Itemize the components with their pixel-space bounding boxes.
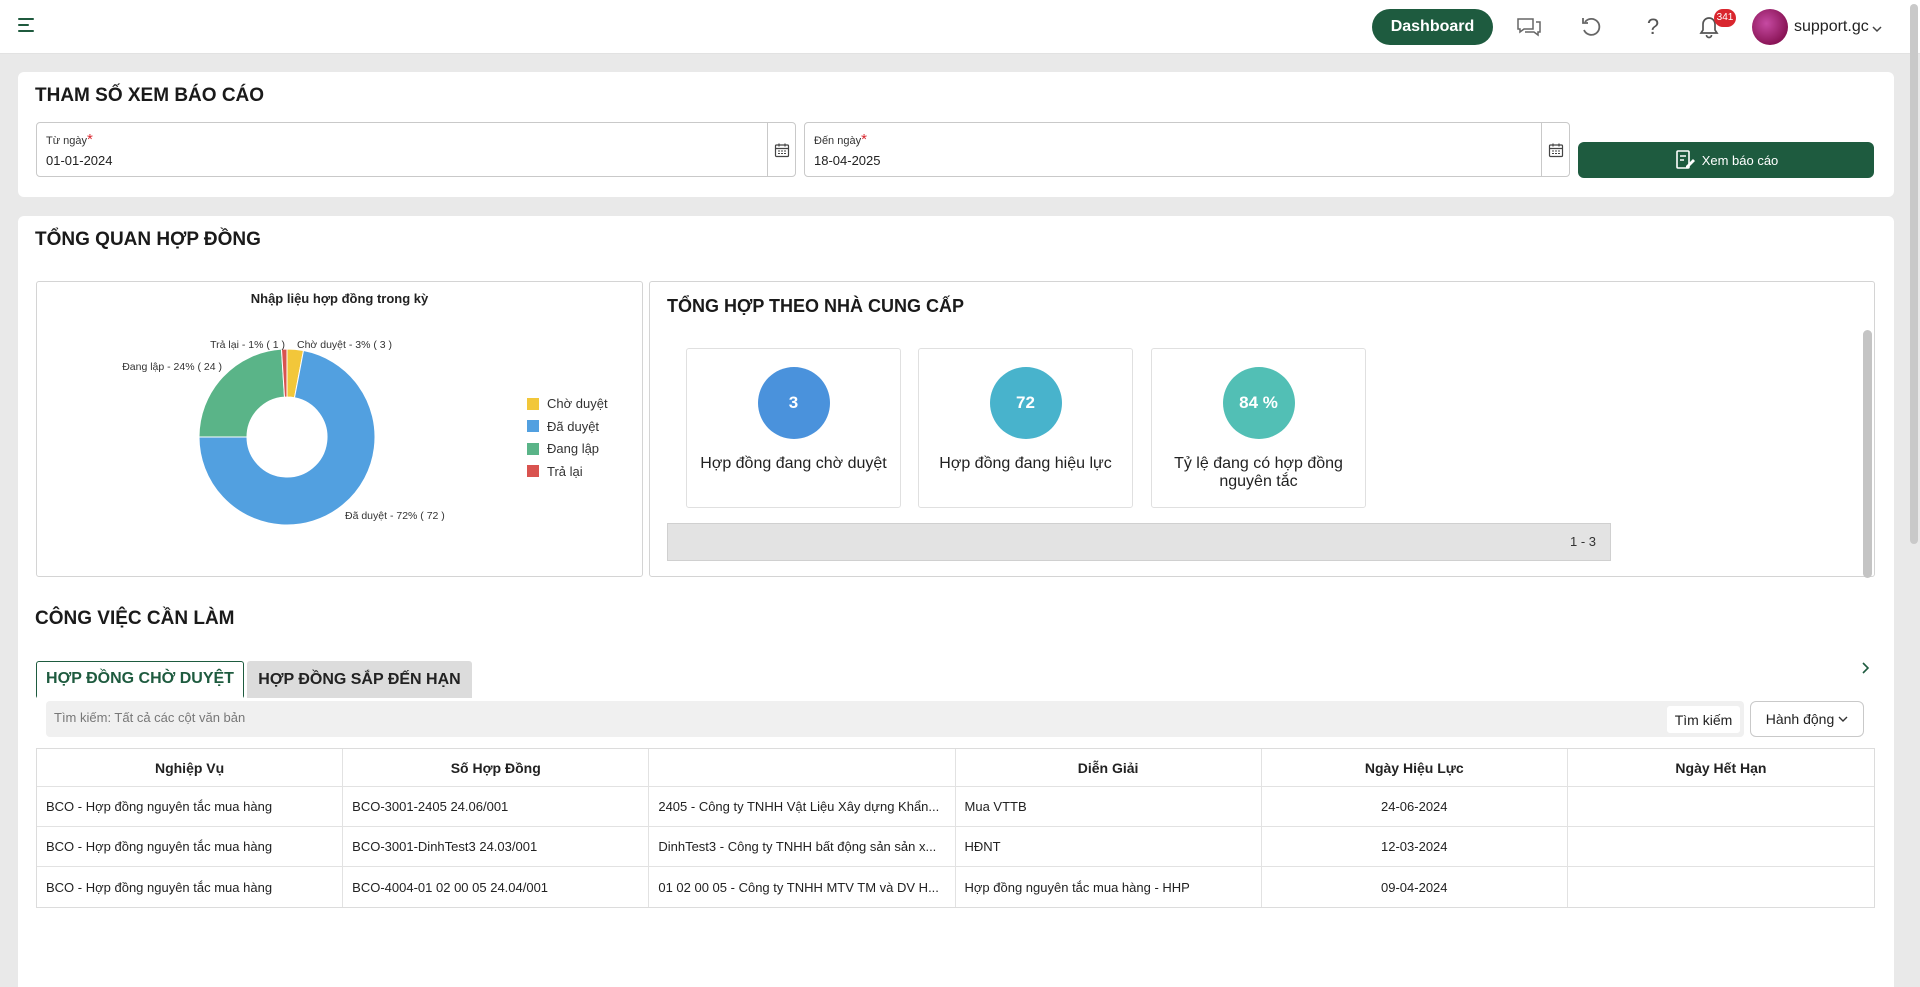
table-header: Nghiệp Vụ Số Hợp Đồng Diễn Giải Ngày Hiệ… bbox=[37, 749, 1874, 787]
column-header[interactable]: Ngày Hiệu Lực bbox=[1262, 749, 1568, 786]
chevron-down-icon[interactable] bbox=[1872, 20, 1882, 38]
table-cell: BCO - Hợp đồng nguyên tắc mua hàng bbox=[37, 787, 344, 826]
report-icon bbox=[1675, 150, 1695, 169]
table-cell: BCO-4004-01 02 00 05 24.04/001 bbox=[343, 867, 650, 907]
legend-label: Chờ duyệt bbox=[547, 396, 608, 411]
column-header[interactable] bbox=[649, 749, 956, 786]
table-row[interactable]: BCO - Hợp đồng nguyên tắc mua hàng BCO-4… bbox=[37, 867, 1874, 907]
summary-pager: 1 - 3 bbox=[667, 523, 1611, 561]
stat-card-ratio[interactable]: 84 % Tỷ lệ đang có hợp đồng nguyên tắc bbox=[1151, 348, 1366, 508]
legend-swatch bbox=[527, 397, 539, 410]
action-label: Hành động bbox=[1765, 711, 1835, 727]
from-date-field[interactable]: Từ ngày* bbox=[36, 122, 796, 177]
table-cell: 09-04-2024 bbox=[1262, 867, 1568, 907]
chevron-right-icon[interactable] bbox=[1860, 661, 1870, 680]
chat-icon[interactable] bbox=[1515, 13, 1543, 41]
stat-ratio-label: Tỷ lệ đang có hợp đồng nguyên tắc bbox=[1174, 455, 1343, 490]
supplier-summary-panel: TỔNG HỢP THEO NHÀ CUNG CẤP 3 Hợp đồng đa… bbox=[649, 281, 1875, 578]
stat-active-value: 72 bbox=[989, 367, 1062, 439]
table-cell: BCO-3001-DinhTest3 24.03/001 bbox=[343, 827, 650, 866]
help-icon[interactable]: ? bbox=[1639, 13, 1667, 41]
table-cell bbox=[1568, 827, 1874, 866]
to-date-field[interactable]: Đến ngày* bbox=[804, 122, 1570, 177]
stat-ratio-value: 84 % bbox=[1222, 367, 1295, 439]
table-cell: BCO - Hợp đồng nguyên tắc mua hàng bbox=[37, 867, 344, 907]
legend-swatch bbox=[527, 420, 539, 432]
legend-label: Đã duyệt bbox=[547, 418, 600, 434]
tab-pending-contracts[interactable]: HỢP ĐỒNG CHỜ DUYỆT bbox=[36, 661, 244, 698]
table-row[interactable]: BCO - Hợp đồng nguyên tắc mua hàng BCO-3… bbox=[37, 787, 1874, 827]
table-cell: BCO-3001-2405 24.06/001 bbox=[343, 787, 650, 826]
legend-item[interactable]: Chờ duyệt bbox=[527, 396, 608, 411]
table-cell bbox=[1568, 787, 1874, 826]
refresh-icon[interactable] bbox=[1577, 13, 1605, 41]
pie-data-label: Chờ duyệt - 3% ( 3 ) bbox=[297, 339, 392, 351]
legend-item[interactable]: Đã duyệt bbox=[527, 419, 599, 434]
column-header[interactable]: Số Hợp Đồng bbox=[343, 749, 650, 786]
params-title: THAM SỐ XEM BÁO CÁO bbox=[35, 85, 265, 106]
legend-swatch bbox=[527, 442, 539, 455]
search-button[interactable]: Tìm kiếm bbox=[1667, 706, 1740, 733]
table-cell: Mua VTTB bbox=[956, 787, 1262, 826]
avatar[interactable] bbox=[1752, 9, 1788, 45]
stat-pending-value: 3 bbox=[757, 367, 830, 439]
stat-card-active[interactable]: 72 Hợp đồng đang hiệu lực bbox=[918, 348, 1133, 508]
notification-badge: 341 bbox=[1714, 9, 1736, 27]
legend-item[interactable]: Đang lập bbox=[527, 441, 599, 456]
view-report-label: Xem báo cáo bbox=[1701, 152, 1779, 168]
table-cell: 2405 - Công ty TNHH Vật Liệu Xây dựng Kh… bbox=[649, 787, 956, 826]
pie-chart-panel: Nhập liệu hợp đồng trong kỳ Chờ duyệt - … bbox=[36, 281, 643, 577]
legend-item[interactable]: Trả lại bbox=[527, 464, 583, 479]
summary-scrollbar[interactable] bbox=[1863, 330, 1872, 578]
contracts-table: Nghiệp Vụ Số Hợp Đồng Diễn Giải Ngày Hiệ… bbox=[36, 748, 1875, 908]
table-row[interactable]: BCO - Hợp đồng nguyên tắc mua hàng BCO-3… bbox=[37, 827, 1874, 867]
stat-card-pending[interactable]: 3 Hợp đồng đang chờ duyệt bbox=[686, 348, 901, 508]
supplier-summary-title: TỔNG HỢP THEO NHÀ CUNG CẤP bbox=[667, 296, 965, 316]
from-date-label: Từ ngày* bbox=[46, 131, 93, 148]
table-cell: DinhTest3 - Công ty TNHH bất động sản sả… bbox=[649, 827, 956, 866]
table-cell: 24-06-2024 bbox=[1262, 787, 1568, 826]
table-cell: HĐNT bbox=[956, 827, 1262, 866]
pie-data-label: Đang lập - 24% ( 24 ) bbox=[122, 361, 222, 373]
stat-active-label: Hợp đồng đang hiệu lực bbox=[939, 455, 1112, 472]
top-bar: Dashboard ? 341 support.gc bbox=[0, 0, 1920, 54]
overview-title: TỔNG QUAN HỢP ĐỒNG bbox=[35, 229, 261, 250]
column-header[interactable]: Diễn Giải bbox=[956, 749, 1262, 786]
tasks-title: CÔNG VIỆC CẦN LÀM bbox=[35, 608, 235, 629]
to-date-input[interactable] bbox=[814, 153, 1114, 168]
username[interactable]: support.gc bbox=[1794, 18, 1869, 36]
dashboard-button[interactable]: Dashboard bbox=[1372, 9, 1493, 45]
column-header[interactable]: Ngày Hết Hạn bbox=[1568, 749, 1874, 786]
legend-swatch bbox=[527, 465, 539, 477]
pager-range: 1 - 3 bbox=[1569, 534, 1596, 549]
stat-pending-label: Hợp đồng đang chờ duyệt bbox=[700, 455, 887, 472]
tab-expiring-contracts[interactable]: HỢP ĐỒNG SẮP ĐẾN HẠN bbox=[247, 661, 472, 698]
pie-data-label: Đã duyệt - 72% ( 72 ) bbox=[345, 510, 445, 522]
table-cell: Hợp đồng nguyên tắc mua hàng - HHP bbox=[956, 867, 1262, 907]
calendar-icon[interactable] bbox=[767, 123, 795, 176]
menu-icon[interactable] bbox=[18, 18, 36, 34]
legend-label: Đang lập bbox=[547, 441, 600, 456]
table-cell: BCO - Hợp đồng nguyên tắc mua hàng bbox=[37, 827, 344, 866]
calendar-icon[interactable] bbox=[1541, 123, 1569, 176]
table-cell bbox=[1568, 867, 1874, 907]
chevron-down-icon bbox=[1838, 716, 1848, 722]
search-bar bbox=[46, 701, 1744, 737]
legend-label: Trả lại bbox=[547, 463, 583, 479]
to-date-label: Đến ngày* bbox=[814, 131, 867, 148]
pie-data-label: Trả lại - 1% ( 1 ) bbox=[210, 339, 285, 351]
view-report-button[interactable]: Xem báo cáo bbox=[1578, 142, 1874, 178]
column-header[interactable]: Nghiệp Vụ bbox=[37, 749, 344, 786]
table-cell: 12-03-2024 bbox=[1262, 827, 1568, 866]
from-date-input[interactable] bbox=[46, 153, 346, 168]
search-input[interactable] bbox=[54, 710, 1254, 725]
action-dropdown[interactable]: Hành động bbox=[1750, 701, 1864, 737]
table-cell: 01 02 00 05 - Công ty TNHH MTV TM và DV … bbox=[649, 867, 956, 907]
page-scrollbar[interactable] bbox=[1910, 4, 1918, 544]
